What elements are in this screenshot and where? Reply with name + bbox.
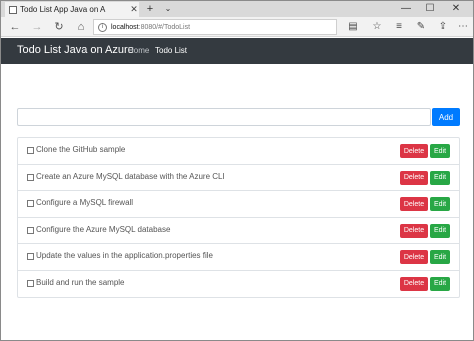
todo-list: Clone the GitHub sample Delete Edit Crea… xyxy=(17,137,460,298)
delete-button[interactable]: Delete xyxy=(400,197,428,211)
new-tab-icon[interactable]: + xyxy=(143,2,157,16)
todo-checkbox[interactable] xyxy=(27,200,34,207)
todo-item: Build and run the sample Delete Edit xyxy=(18,271,459,298)
back-arrow-icon[interactable]: ← xyxy=(7,19,23,35)
forward-arrow-icon[interactable]: → xyxy=(29,19,45,35)
add-button[interactable]: Add xyxy=(432,108,460,126)
delete-button[interactable]: Delete xyxy=(400,223,428,238)
edit-button[interactable]: Edit xyxy=(430,250,450,264)
edit-button[interactable]: Edit xyxy=(430,276,450,291)
delete-button[interactable]: Delete xyxy=(400,276,428,291)
todo-label: Build and run the sample xyxy=(36,277,125,287)
site-info-icon[interactable]: i xyxy=(98,22,107,32)
todo-item: Clone the GitHub sample Delete Edit xyxy=(18,138,459,165)
todo-checkbox[interactable] xyxy=(27,226,34,234)
todo-label: Create an Azure MySQL database with the … xyxy=(36,171,225,181)
todo-checkbox[interactable] xyxy=(27,147,34,154)
nav-link-home[interactable]: Home xyxy=(128,46,149,55)
app-navbar: Todo List Java on Azure Home Todo List xyxy=(1,38,473,64)
todo-label: Clone the GitHub sample xyxy=(36,145,126,154)
tab-title: Todo List App Java on A xyxy=(20,5,106,14)
edit-button[interactable]: Edit xyxy=(430,223,450,238)
delete-button[interactable]: Delete xyxy=(400,170,428,185)
window-close-icon[interactable]: ✕ xyxy=(445,1,467,17)
todo-checkbox[interactable] xyxy=(27,173,34,181)
todo-item: Configure a MySQL firewall Delete Edit xyxy=(18,191,459,218)
hub-icon[interactable]: ≡ xyxy=(391,19,407,35)
favorites-star-icon[interactable]: ☆ xyxy=(369,19,385,35)
more-icon[interactable]: ⋯ xyxy=(455,19,471,35)
todo-item: Update the values in the application.pro… xyxy=(18,244,459,271)
nav-link-todo-list[interactable]: Todo List xyxy=(155,46,187,55)
home-icon[interactable]: ⌂ xyxy=(73,19,89,35)
url-field[interactable]: i localhost:8080/#/TodoList xyxy=(93,19,337,35)
minimize-icon[interactable]: — xyxy=(395,1,417,17)
tab-strip: Todo List App Java on A ✕ + ⌄ — ☐ ✕ xyxy=(1,1,473,17)
browser-tab[interactable]: Todo List App Java on A ✕ xyxy=(5,2,139,17)
tab-close-icon[interactable]: ✕ xyxy=(129,4,139,15)
reading-view-icon[interactable]: ▤ xyxy=(345,19,361,35)
url-host: localhost xyxy=(111,23,139,31)
page-favicon-icon xyxy=(9,5,17,14)
todo-label: Update the values in the application.pro… xyxy=(36,251,213,260)
todo-checkbox[interactable] xyxy=(27,253,34,260)
todo-label: Configure the Azure MySQL database xyxy=(36,224,171,234)
web-note-icon[interactable]: ✎ xyxy=(413,19,429,35)
new-todo-input[interactable] xyxy=(17,108,431,126)
url-path: :8080/#/TodoList xyxy=(138,23,191,31)
edit-button[interactable]: Edit xyxy=(430,197,450,211)
share-icon[interactable]: ⇪ xyxy=(435,19,451,35)
todo-item: Configure the Azure MySQL database Delet… xyxy=(18,218,459,244)
tab-list-chevron-icon[interactable]: ⌄ xyxy=(161,2,175,16)
delete-button[interactable]: Delete xyxy=(400,250,428,264)
edit-button[interactable]: Edit xyxy=(430,170,450,185)
address-bar: ← → ↻ ⌂ i localhost:8080/#/TodoList ▤ ☆ … xyxy=(1,17,473,37)
maximize-icon[interactable]: ☐ xyxy=(419,1,441,17)
browser-window: Todo List App Java on A ✕ + ⌄ — ☐ ✕ ← → … xyxy=(0,0,474,341)
refresh-icon[interactable]: ↻ xyxy=(51,19,67,35)
todo-checkbox[interactable] xyxy=(27,279,34,287)
edit-button[interactable]: Edit xyxy=(430,144,450,158)
delete-button[interactable]: Delete xyxy=(400,144,428,158)
todo-label: Configure a MySQL firewall xyxy=(36,198,134,207)
todo-item: Create an Azure MySQL database with the … xyxy=(18,165,459,191)
app-brand[interactable]: Todo List Java on Azure xyxy=(17,44,134,56)
